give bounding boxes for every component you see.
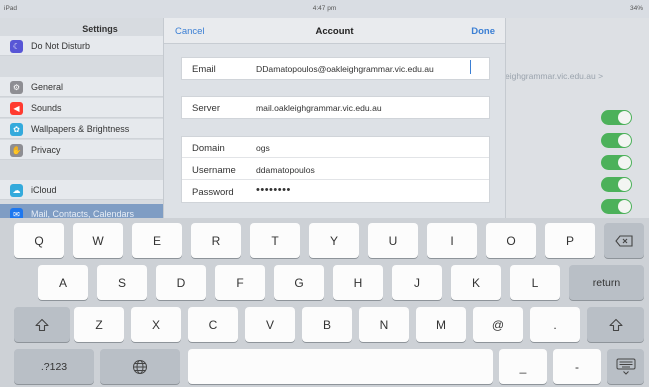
status-bar: iPad 4:47 pm 34% [0, 0, 649, 18]
key-m[interactable]: M [416, 307, 466, 342]
key-b[interactable]: B [302, 307, 352, 342]
key-l[interactable]: L [510, 265, 560, 300]
key-i[interactable]: I [427, 223, 477, 258]
backspace-icon [615, 234, 633, 247]
navigation-bar: Cancel Account Done [164, 18, 505, 44]
sidebar-item-label: General [31, 82, 64, 92]
field-label: Password [192, 187, 234, 198]
left-shift-key[interactable] [14, 307, 70, 342]
speaker-icon: ◀ [10, 102, 23, 115]
key-p[interactable]: P [545, 223, 595, 258]
moon-icon: ☾ [10, 40, 23, 53]
password-input[interactable]: •••••••• [256, 184, 291, 196]
field-label: Server [192, 103, 220, 114]
key-e[interactable]: E [132, 223, 182, 258]
sidebar-item-label: Wallpapers & Brightness [31, 124, 130, 134]
key-k[interactable]: K [451, 265, 501, 300]
key-c[interactable]: C [188, 307, 238, 342]
shift-icon [608, 318, 623, 331]
toggle-knob [618, 200, 631, 213]
email-group: Email DDamatopoulos@oakleighgrammar.vic.… [181, 57, 490, 80]
toggle-knob [618, 134, 631, 147]
mail-icon: ✉ [10, 208, 23, 218]
key-dash[interactable]: - [553, 349, 601, 384]
key-at[interactable]: @ [473, 307, 523, 342]
toggle-switch[interactable] [601, 110, 632, 125]
key-u[interactable]: U [368, 223, 418, 258]
domain-input[interactable]: ogs [256, 143, 270, 153]
key-h[interactable]: H [333, 265, 383, 300]
username-input[interactable]: ddamatopoulos [256, 165, 315, 175]
email-input[interactable]: DDamatopoulos@oakleighgrammar.vic.edu.au [256, 64, 434, 74]
return-key[interactable]: return [569, 265, 644, 300]
key-x[interactable]: X [131, 307, 181, 342]
field-label: Domain [192, 143, 225, 154]
toggle-switch[interactable] [601, 133, 632, 148]
key-v[interactable]: V [245, 307, 295, 342]
text-cursor [470, 60, 471, 74]
key-g[interactable]: G [274, 265, 324, 300]
clock: 4:47 pm [312, 5, 337, 12]
right-shift-key[interactable] [587, 307, 644, 342]
toggle-switch[interactable] [601, 177, 632, 192]
sidebar-item-label: Do Not Disturb [31, 41, 91, 51]
sheet-title: Account [315, 26, 354, 37]
hand-icon: ✋ [10, 144, 23, 157]
sidebar-item-label: Privacy [31, 145, 61, 155]
sidebar-item-label: Sounds [31, 103, 62, 113]
key-a[interactable]: A [38, 265, 88, 300]
gear-icon: ⚙ [10, 81, 23, 94]
toggle-knob [618, 111, 631, 124]
key-q[interactable]: Q [14, 223, 64, 258]
key-f[interactable]: F [215, 265, 265, 300]
toggle-switch[interactable] [601, 155, 632, 170]
toggle-knob [618, 178, 631, 191]
key-z[interactable]: Z [74, 307, 124, 342]
keyboard-dismiss-icon [616, 358, 635, 375]
dismiss-keyboard-key[interactable] [607, 349, 644, 384]
field-label: Email [192, 64, 216, 75]
shift-icon [35, 318, 49, 331]
key-y[interactable]: Y [309, 223, 359, 258]
battery-level: 34% [629, 5, 643, 12]
cloud-icon: ☁ [10, 184, 23, 197]
credentials-group: Domain ogs Username ddamatopoulos Passwo… [181, 136, 490, 203]
key-r[interactable]: R [191, 223, 241, 258]
key-d[interactable]: D [156, 265, 206, 300]
key-o[interactable]: O [486, 223, 536, 258]
done-button[interactable]: Done [471, 26, 495, 37]
username-field[interactable]: Username ddamatopoulos [182, 159, 489, 180]
key-j[interactable]: J [392, 265, 442, 300]
key-w[interactable]: W [73, 223, 123, 258]
key-underscore[interactable]: _ [499, 349, 547, 384]
server-input[interactable]: mail.oakleighgrammar.vic.edu.au [256, 103, 382, 113]
field-label: Username [192, 165, 236, 176]
domain-field[interactable]: Domain ogs [182, 137, 489, 158]
server-field[interactable]: Server mail.oakleighgrammar.vic.edu.au [182, 97, 489, 118]
globe-icon [133, 359, 147, 374]
email-field[interactable]: Email DDamatopoulos@oakleighgrammar.vic.… [182, 58, 489, 79]
account-sheet: Cancel Account Done Email DDamatopoulos@… [163, 18, 506, 218]
key-n[interactable]: N [359, 307, 409, 342]
numbers-key[interactable]: .?123 [14, 349, 94, 384]
flower-icon: ✿ [10, 123, 23, 136]
password-field[interactable]: Password •••••••• [182, 181, 489, 202]
backspace-key[interactable] [604, 223, 644, 258]
key-s[interactable]: S [97, 265, 147, 300]
globe-key[interactable] [100, 349, 180, 384]
sidebar-item-label: Mail, Contacts, Calendars [31, 209, 135, 218]
key-t[interactable]: T [250, 223, 300, 258]
server-group: Server mail.oakleighgrammar.vic.edu.au [181, 96, 490, 119]
space-bar[interactable] [188, 349, 493, 384]
key-period[interactable]: . [530, 307, 580, 342]
sidebar-item-label: iCloud [31, 185, 57, 195]
on-screen-keyboard: Q W E R T Y U I O P A S D F G H J K L re… [0, 218, 649, 387]
ipad-screen: iPad 4:47 pm 34% Settings ☾ Do Not Distu… [0, 0, 649, 387]
background-account-email: eighgrammar.vic.edu.au > [505, 71, 604, 81]
toggle-knob [618, 156, 631, 169]
toggle-switch[interactable] [601, 199, 632, 214]
